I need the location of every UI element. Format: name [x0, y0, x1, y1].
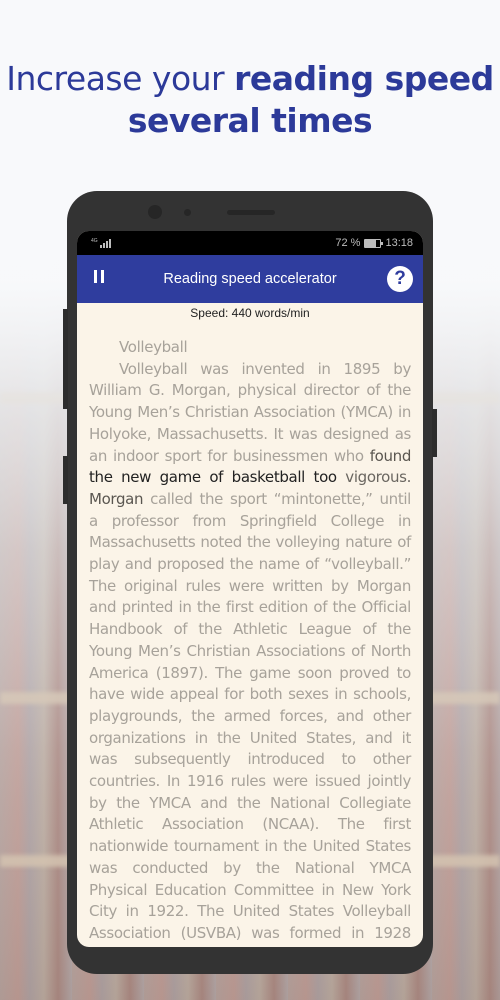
power-button	[432, 409, 437, 457]
reading-text-area[interactable]: Volleyball Volleyball was invented in 18…	[77, 323, 423, 947]
help-icon: ?	[394, 268, 406, 289]
text-segment: Volleyball was invented in 1895 by Willi…	[89, 359, 411, 465]
text-segment-current: the new game of basketball too	[89, 468, 337, 487]
text-segment-upcoming: Morgan	[89, 489, 144, 508]
side-button	[63, 456, 68, 504]
app-bar: Reading speed accelerator ?	[77, 255, 423, 303]
text-heading: Volleyball	[119, 338, 188, 356]
earpiece-speaker	[227, 210, 275, 215]
reading-speed-label: Speed: 440 words/min	[190, 306, 310, 320]
headline-bold: reading speed	[234, 59, 494, 98]
phone-screen: 4G 72 % 13:18 Reading speed accelerator …	[77, 231, 423, 947]
text-segment-trailing: vigorous.	[336, 468, 412, 487]
cell-signal-icon: 4G	[91, 238, 111, 248]
battery-icon	[364, 238, 384, 248]
clock: 13:18	[385, 237, 413, 249]
pause-button[interactable]	[79, 255, 119, 303]
pause-icon	[92, 270, 106, 288]
battery-percent: 72 %	[335, 237, 361, 249]
text-segment: called the sport “mintonette,” until a p…	[89, 489, 411, 947]
headline-bold-line-2: several times	[127, 101, 373, 140]
promo-headline: Increase your reading speed several time…	[0, 58, 500, 142]
headline-light: Increase your	[6, 59, 235, 98]
app-title: Reading speed accelerator	[163, 271, 337, 287]
network-type: 4G	[91, 238, 98, 244]
text-segment-upcoming: found	[369, 446, 412, 465]
text-paragraph: Volleyball was invented in 1895 by Willi…	[89, 359, 411, 947]
front-camera	[148, 205, 162, 219]
battery-level	[365, 239, 377, 247]
help-button[interactable]: ?	[387, 266, 413, 292]
volume-button	[63, 309, 68, 409]
status-bar: 4G 72 % 13:18	[77, 231, 423, 255]
proximity-sensor	[184, 209, 191, 216]
phone-frame: 4G 72 % 13:18 Reading speed accelerator …	[63, 191, 437, 974]
